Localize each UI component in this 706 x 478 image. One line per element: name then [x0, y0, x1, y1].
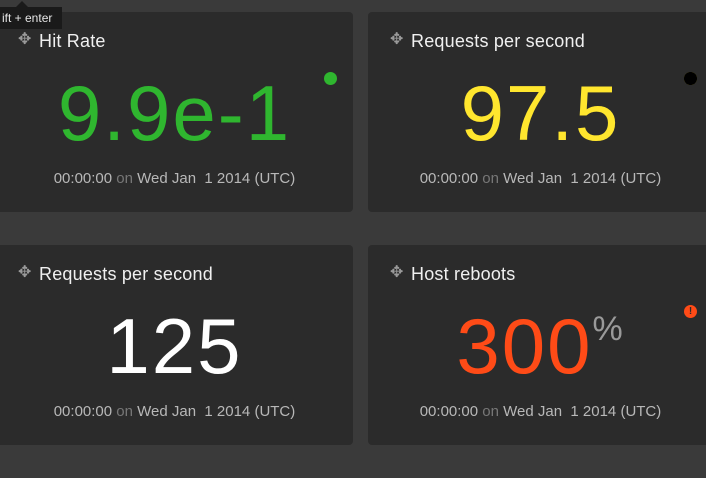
metric-value: 125 — [0, 301, 353, 391]
tile-requests-per-second[interactable]: ✥ Requests per second 97.5 00:00:00 on W… — [368, 12, 706, 212]
keyboard-hint-tooltip: ift + enter — [0, 7, 62, 29]
timestamp-date: Wed Jan 1 2014 (UTC) — [137, 403, 296, 420]
tile-requests-per-second-2[interactable]: ✥ Requests per second 125 00:00:00 on We… — [0, 245, 353, 445]
timestamp-on: on — [482, 403, 499, 420]
timestamp-date: Wed Jan 1 2014 (UTC) — [503, 403, 662, 420]
tile-title: Requests per second — [411, 31, 585, 51]
timestamp: 00:00:00 on Wed Jan 1 2014 (UTC) — [0, 170, 353, 187]
timestamp-on: on — [116, 170, 133, 187]
timestamp-on: on — [482, 170, 499, 187]
metric-number: 300 — [456, 302, 593, 390]
move-icon[interactable]: ✥ — [390, 32, 406, 48]
status-warning-icon — [684, 72, 697, 85]
timestamp-date: Wed Jan 1 2014 (UTC) — [137, 170, 296, 187]
timestamp-time: 00:00:00 — [53, 170, 113, 187]
tile-title: Hit Rate — [39, 31, 106, 51]
metric-value: 9.9e-1 — [0, 68, 353, 158]
timestamp-date: Wed Jan 1 2014 (UTC) — [503, 170, 662, 187]
move-icon[interactable]: ✥ — [18, 265, 34, 281]
move-icon[interactable]: ✥ — [390, 265, 406, 281]
status-ok-icon — [324, 72, 337, 85]
timestamp: 00:00:00 on Wed Jan 1 2014 (UTC) — [368, 403, 706, 420]
metric-number: 125 — [106, 302, 243, 390]
timestamp-time: 00:00:00 — [419, 403, 479, 420]
metric-value: 97.5 — [368, 68, 706, 158]
tile-title: Host reboots — [411, 264, 516, 284]
metric-number: 9.9e-1 — [57, 69, 292, 157]
metric-value: 300% — [368, 301, 706, 391]
metric-number: 97.5 — [460, 69, 621, 157]
timestamp: 00:00:00 on Wed Jan 1 2014 (UTC) — [368, 170, 706, 187]
status-critical-icon: ! — [684, 305, 697, 318]
metric-unit: % — [592, 310, 625, 348]
timestamp: 00:00:00 on Wed Jan 1 2014 (UTC) — [0, 403, 353, 420]
timestamp-time: 00:00:00 — [53, 403, 113, 420]
tile-hit-rate[interactable]: ✥ Hit Rate 9.9e-1 00:00:00 on Wed Jan 1 … — [0, 12, 353, 212]
tile-title: Requests per second — [39, 264, 213, 284]
move-icon[interactable]: ✥ — [18, 32, 34, 48]
timestamp-on: on — [116, 403, 133, 420]
timestamp-time: 00:00:00 — [419, 170, 479, 187]
tile-host-reboots[interactable]: ✥ Host reboots 300% ! 00:00:00 on Wed Ja… — [368, 245, 706, 445]
